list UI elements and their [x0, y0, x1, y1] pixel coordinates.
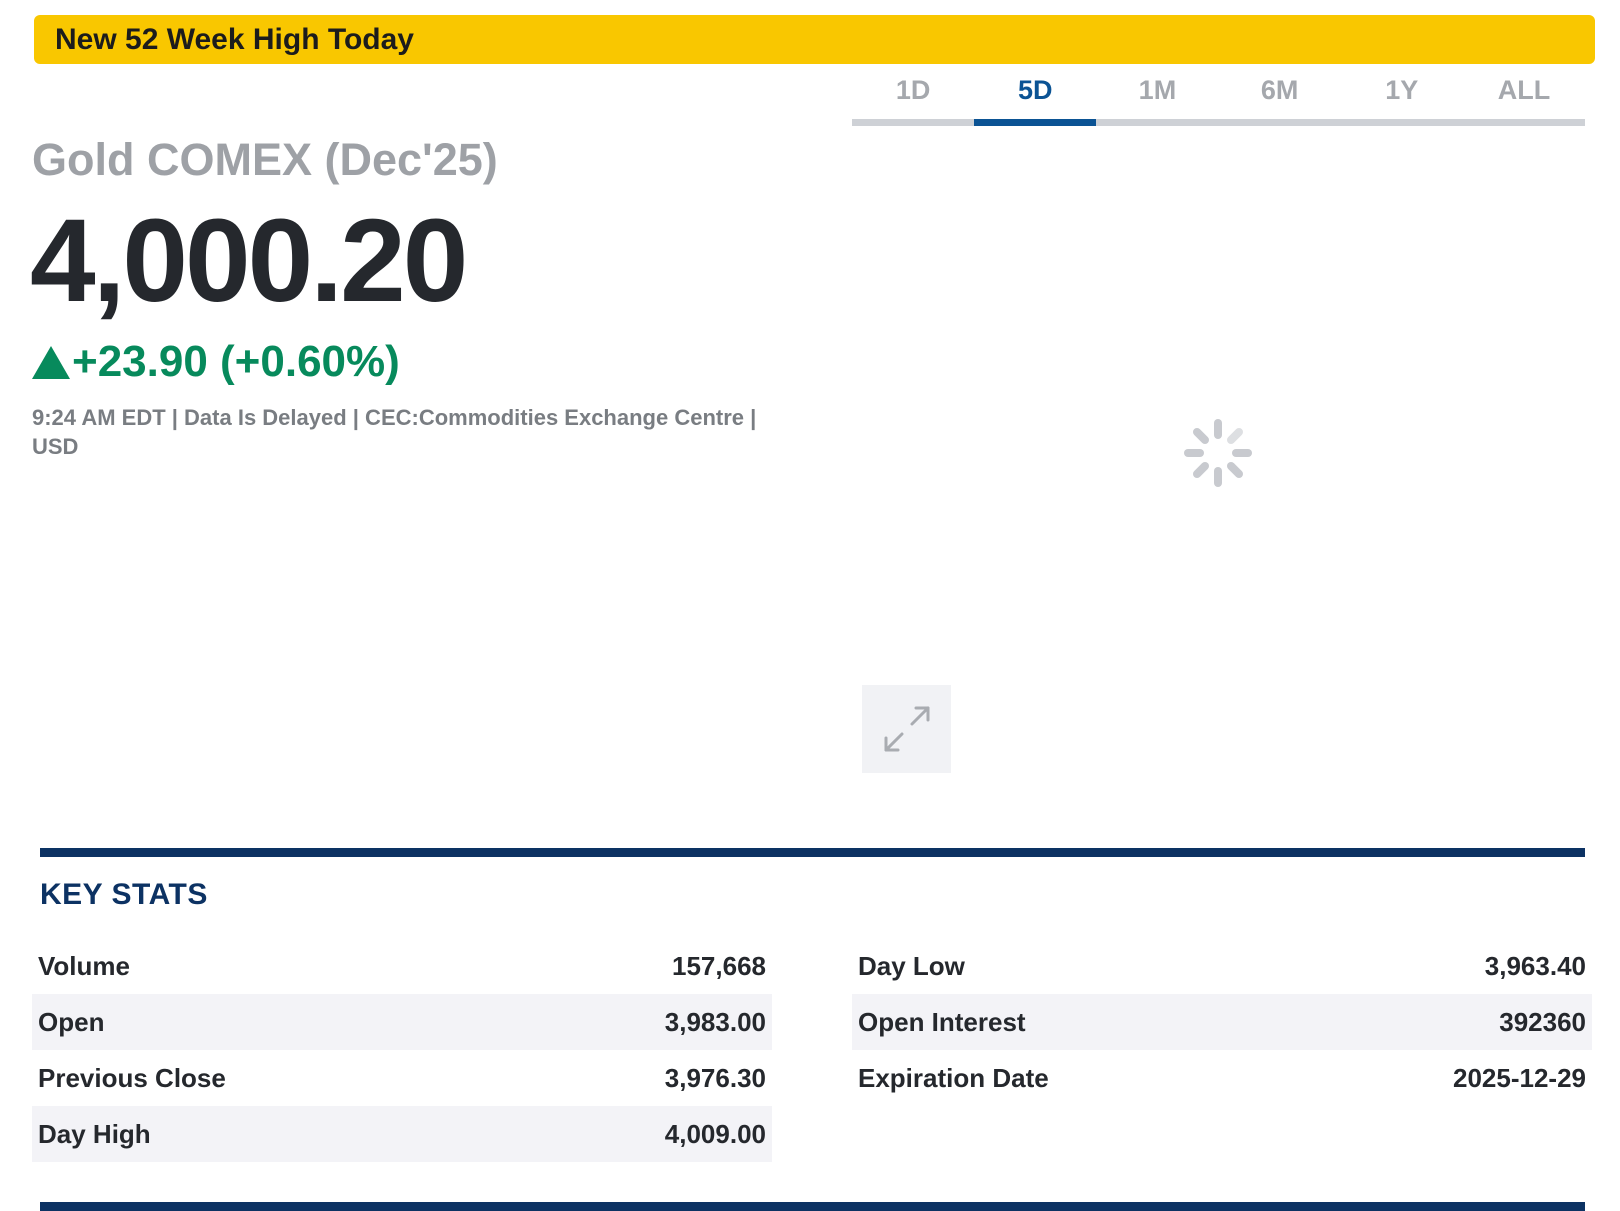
stat-value: 4,009.00: [664, 1118, 766, 1149]
expand-chart-button[interactable]: [862, 685, 951, 773]
timeframe-tabs: 1D 5D 1M 6M 1Y ALL: [852, 70, 1586, 126]
quote-page: New 52 Week High Today 1D 5D 1M 6M 1Y AL…: [0, 0, 1620, 1211]
stat-value: 3,983.00: [664, 1006, 766, 1037]
instrument-name: Gold COMEX (Dec'25): [32, 134, 498, 185]
key-stats-title: KEY STATS: [40, 878, 208, 911]
stat-value: 157,668: [672, 950, 766, 981]
stat-row-open-interest: Open Interest 392360: [852, 994, 1592, 1050]
stat-row-day-high: Day High 4,009.00: [32, 1106, 772, 1162]
stat-row-open: Open 3,983.00: [32, 994, 772, 1050]
stat-label: Day Low: [858, 950, 965, 981]
stat-value: 392360: [1499, 1006, 1586, 1037]
key-stats-right: Day Low 3,963.40 Open Interest 392360 Ex…: [852, 938, 1592, 1106]
tab-1d[interactable]: 1D: [852, 70, 975, 126]
stat-label: Expiration Date: [858, 1062, 1049, 1093]
tab-1y[interactable]: 1Y: [1340, 70, 1463, 126]
stat-label: Volume: [38, 950, 130, 981]
stat-label: Open: [38, 1006, 105, 1037]
price-change: +23.90 (+0.60%): [32, 337, 400, 387]
stat-row-previous-close: Previous Close 3,976.30: [32, 1050, 772, 1106]
tab-1m[interactable]: 1M: [1096, 70, 1219, 126]
stat-label: Previous Close: [38, 1062, 226, 1093]
quote-meta: 9:24 AM EDT | Data Is Delayed | CEC:Comm…: [32, 405, 757, 459]
section-divider: [40, 848, 1585, 857]
up-triangle-icon: [32, 345, 70, 379]
stat-row-day-low: Day Low 3,963.40: [852, 938, 1592, 994]
spinner-icon: [1184, 419, 1252, 487]
tab-all[interactable]: ALL: [1462, 70, 1586, 126]
stat-value: 3,963.40: [1484, 950, 1586, 981]
stat-value: 3,976.30: [664, 1062, 766, 1093]
last-price: 4,000.20: [30, 195, 468, 327]
stat-label: Open Interest: [858, 1006, 1026, 1037]
expand-icon: [884, 706, 930, 752]
key-stats-left: Volume 157,668 Open 3,983.00 Previous Cl…: [32, 938, 772, 1162]
new-high-banner: New 52 Week High Today: [34, 15, 1595, 64]
stat-label: Day High: [38, 1118, 151, 1149]
tab-6m[interactable]: 6M: [1218, 70, 1341, 126]
stat-row-volume: Volume 157,668: [32, 938, 772, 994]
section-divider-bottom: [40, 1202, 1585, 1211]
price-change-value: +23.90 (+0.60%): [72, 337, 400, 386]
stat-row-expiration-date: Expiration Date 2025-12-29: [852, 1050, 1592, 1106]
tab-5d[interactable]: 5D: [974, 70, 1097, 126]
stat-value: 2025-12-29: [1453, 1062, 1586, 1093]
